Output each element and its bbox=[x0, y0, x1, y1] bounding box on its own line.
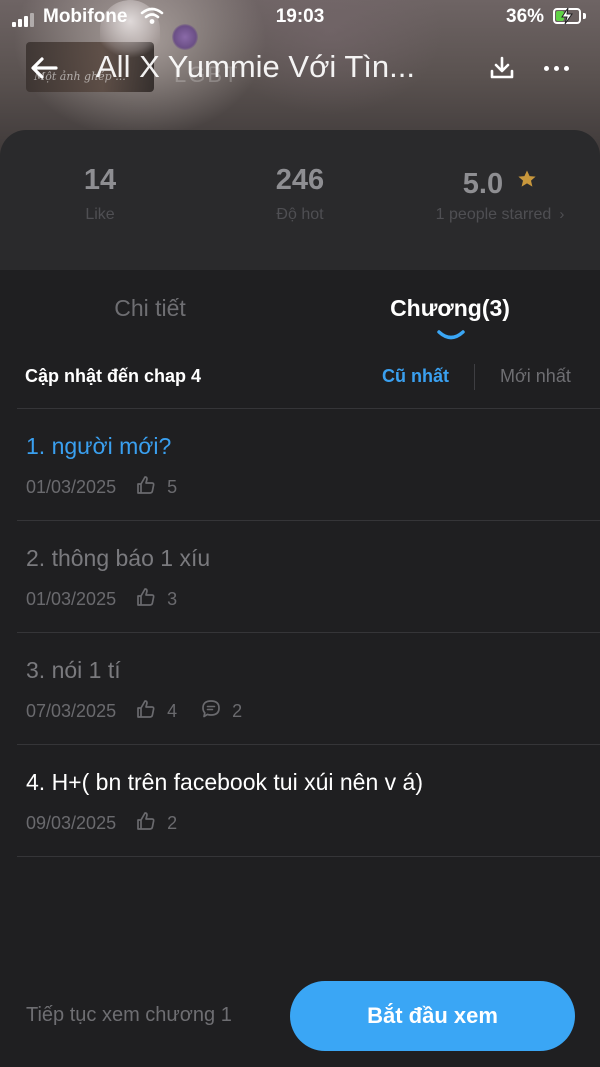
battery-cap bbox=[583, 13, 586, 19]
chapter-likes: 2 bbox=[167, 813, 178, 833]
stat-hot: 246 Độ hot bbox=[200, 160, 400, 224]
chapter-title: 1. người mới? bbox=[26, 433, 172, 459]
rating-value: 5.0 bbox=[462, 168, 504, 200]
story-title: All X Yummie Với Tìn... bbox=[96, 49, 415, 84]
chapter-likes: 4 bbox=[167, 701, 178, 721]
chapter-date: 01/03/2025 bbox=[26, 477, 117, 497]
rating-row: 5.0 bbox=[400, 160, 600, 200]
thumbs-up-icon bbox=[136, 699, 156, 724]
tab-chapters[interactable]: Chương(3) bbox=[300, 295, 600, 322]
chapter-title: 4. H+( bn trên facebook tui xúi nên v á) bbox=[26, 769, 423, 795]
charging-bolt-icon bbox=[560, 7, 574, 30]
tab-detail[interactable]: Chi tiết bbox=[0, 295, 300, 322]
chapter-likes: 3 bbox=[167, 589, 178, 609]
chapter-filter-row: Cập nhật đến chap 4 Cũ nhất Mới nhất bbox=[0, 352, 600, 408]
more-dot-icon bbox=[563, 65, 569, 71]
thumbs-up-icon bbox=[136, 587, 156, 612]
update-status-label: Cập nhật đến chap 4 bbox=[25, 366, 202, 386]
sort-oldest-button[interactable]: Cũ nhất bbox=[382, 366, 449, 387]
list-divider bbox=[17, 856, 600, 857]
back-arrow-icon bbox=[31, 57, 58, 79]
tab-bar: Chi tiết Chương(3) bbox=[0, 270, 600, 340]
back-button[interactable] bbox=[24, 48, 64, 88]
likes-label: Like bbox=[85, 206, 115, 223]
chapter-title: 2. thông báo 1 xíu bbox=[26, 545, 211, 571]
download-icon bbox=[490, 56, 514, 79]
likes-count: 14 bbox=[83, 164, 117, 196]
sort-divider bbox=[474, 364, 475, 390]
chapter-list: 1. người mới? 01/03/2025 5 2. thông báo … bbox=[0, 408, 600, 857]
nav-bar: All X Yummie Với Tìn... bbox=[0, 40, 600, 96]
chapter-meta: 01/03/2025 5 bbox=[26, 475, 177, 500]
chapter-meta: 07/03/2025 4 2 bbox=[26, 699, 242, 724]
chapter-date: 09/03/2025 bbox=[26, 813, 117, 833]
more-dot-icon bbox=[553, 65, 559, 71]
chapter-title: 3. nói 1 tí bbox=[26, 657, 121, 683]
rating-label: 1 people starred bbox=[435, 206, 552, 223]
chapter-meta: 01/03/2025 3 bbox=[26, 587, 177, 612]
continue-reading-link[interactable]: Tiếp tục xem chương 1 bbox=[26, 1004, 232, 1027]
more-options-button[interactable] bbox=[536, 50, 576, 86]
chapter-row[interactable]: 2. thông báo 1 xíu 01/03/2025 3 bbox=[17, 520, 600, 632]
chapter-meta: 09/03/2025 2 bbox=[26, 811, 177, 836]
chapter-row[interactable]: 1. người mới? 01/03/2025 5 bbox=[17, 408, 600, 520]
thumbs-up-icon bbox=[136, 811, 156, 836]
hot-count: 246 bbox=[275, 164, 325, 196]
chapter-date: 07/03/2025 bbox=[26, 701, 117, 721]
status-bar: Mobifone 19:03 36% bbox=[0, 0, 600, 34]
tab-active-indicator bbox=[436, 328, 466, 346]
stat-rating[interactable]: 5.0 1 people starred › bbox=[400, 160, 600, 224]
stats-card: 14 Like 246 Độ hot 5.0 1 people starred › bbox=[0, 130, 600, 270]
chapter-comments: 2 bbox=[232, 701, 243, 721]
chapter-row[interactable]: 4. H+( bn trên facebook tui xúi nên v á)… bbox=[17, 744, 600, 856]
story-detail-screen: Một ảnh ghép ... LGBT Mobifone 19:03 36% bbox=[0, 0, 600, 1067]
rating-label-row: 1 people starred › bbox=[400, 206, 600, 224]
stat-likes: 14 Like bbox=[0, 160, 200, 224]
download-button[interactable] bbox=[484, 50, 520, 86]
chapter-row[interactable]: 3. nói 1 tí 07/03/2025 4 2 bbox=[17, 632, 600, 744]
start-reading-button[interactable]: Bắt đầu xem bbox=[290, 981, 575, 1051]
comment-icon bbox=[201, 699, 221, 724]
hot-label: Độ hot bbox=[276, 206, 324, 223]
chevron-right-icon: › bbox=[559, 206, 565, 223]
sort-newest-button[interactable]: Mới nhất bbox=[500, 366, 571, 387]
more-dot-icon bbox=[543, 65, 549, 71]
chapter-date: 01/03/2025 bbox=[26, 589, 117, 609]
chapter-likes: 5 bbox=[167, 477, 178, 497]
star-icon bbox=[517, 160, 537, 200]
thumbs-up-icon bbox=[136, 475, 156, 500]
battery-percent: 36% bbox=[506, 6, 545, 27]
